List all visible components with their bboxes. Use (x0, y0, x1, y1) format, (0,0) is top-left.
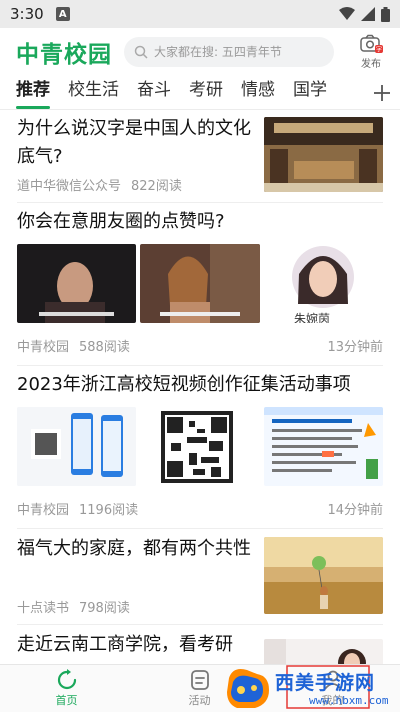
article-title: 2023年浙江高校短视频创作征集活动事项 (17, 374, 351, 395)
article-time: 13分钟前 (327, 340, 383, 355)
signal-icon (361, 7, 375, 21)
camera-icon: 字 (360, 34, 383, 54)
article-image (149, 407, 245, 486)
article-source: 中青校园 (17, 340, 70, 355)
feed-item[interactable]: 你会在意朋友圈的点赞吗? 朱婉茵 中青校园 588阅读 13分钟前 (17, 208, 383, 366)
notification-icon: A (55, 7, 70, 21)
app-header: 中青校园 字 发布 (0, 28, 400, 76)
feed-item[interactable]: 为什么说汉字是中国人的文化底气? 道中华微信公众号 822阅读 (17, 115, 383, 203)
article-meta: 十点读书 798阅读 (17, 597, 253, 616)
home-refresh-icon (57, 669, 76, 690)
svg-text:字: 字 (376, 46, 382, 54)
signature-text: 朱婉茵 (294, 312, 331, 323)
article-title: 走近云南工商学院，看考研 (17, 634, 233, 655)
tab-campus-life[interactable]: 校生活 (68, 76, 119, 109)
article-images: 朱婉茵 (17, 244, 383, 323)
watermark-text: 西美手游网 (275, 672, 376, 694)
nav-home-label: 首页 (55, 694, 78, 707)
article-title: 你会在意朋友圈的点赞吗? (17, 211, 225, 232)
wifi-icon (339, 7, 355, 20)
article-title: 福气大的家庭，都有两个共性 (17, 538, 251, 559)
status-bar: 3:30 A (0, 0, 400, 28)
search-icon (134, 45, 148, 59)
article-meta: 道中华微信公众号 822阅读 (17, 175, 253, 194)
article-reads: 798阅读 (79, 601, 130, 616)
status-icons (339, 6, 390, 22)
article-image (140, 244, 260, 323)
publish-label: 发布 (361, 59, 381, 70)
nav-activity-label: 活动 (188, 694, 211, 707)
app-logo: 中青校园 (16, 42, 112, 68)
article-title: 为什么说汉字是中国人的文化底气? (17, 118, 251, 167)
tab-strive[interactable]: 奋斗 (137, 76, 171, 109)
plus-icon (374, 84, 390, 101)
article-thumbnail (264, 117, 383, 192)
tab-postgrad[interactable]: 考研 (189, 76, 223, 109)
article-source: 道中华微信公众号 (17, 179, 122, 194)
author-signature-image: 朱婉茵 (264, 244, 383, 323)
article-reads: 1196阅读 (79, 503, 139, 518)
article-image (17, 407, 136, 486)
tab-sinology[interactable]: 国学 (293, 76, 327, 109)
tab-emotion[interactable]: 情感 (241, 76, 275, 109)
category-tabs: 推荐 校生活 奋斗 考研 情感 国学 (0, 76, 400, 110)
watermark-url: www.hbxm.com (309, 694, 389, 707)
article-meta: 中青校园 1196阅读 14分钟前 (17, 499, 383, 518)
article-source: 十点读书 (17, 601, 70, 616)
nav-home[interactable]: 首页 (0, 665, 133, 712)
article-reads: 588阅读 (79, 340, 130, 355)
watermark: 西美手游网 www.hbxm.com (225, 664, 400, 712)
feed-item[interactable]: 福气大的家庭，都有两个共性 十点读书 798阅读 (17, 535, 383, 625)
feed-item[interactable]: 2023年浙江高校短视频创作征集活动事项 中青校园 1196阅读 14分钟前 (17, 371, 383, 529)
search-bar[interactable] (124, 37, 334, 67)
activity-icon (190, 670, 209, 690)
add-tab-button[interactable] (364, 76, 400, 109)
article-time: 14分钟前 (327, 503, 383, 518)
battery-icon (381, 6, 390, 22)
article-image (264, 407, 383, 486)
status-time: 3:30 (10, 5, 44, 23)
article-images (17, 407, 383, 486)
tab-recommend[interactable]: 推荐 (16, 76, 50, 109)
article-meta: 中青校园 588阅读 13分钟前 (17, 336, 383, 355)
article-reads: 822阅读 (131, 179, 182, 194)
article-thumbnail (264, 537, 383, 614)
article-image (17, 244, 136, 323)
article-source: 中青校园 (17, 503, 70, 518)
search-input[interactable] (154, 45, 324, 59)
publish-button[interactable]: 字 发布 (356, 34, 386, 70)
